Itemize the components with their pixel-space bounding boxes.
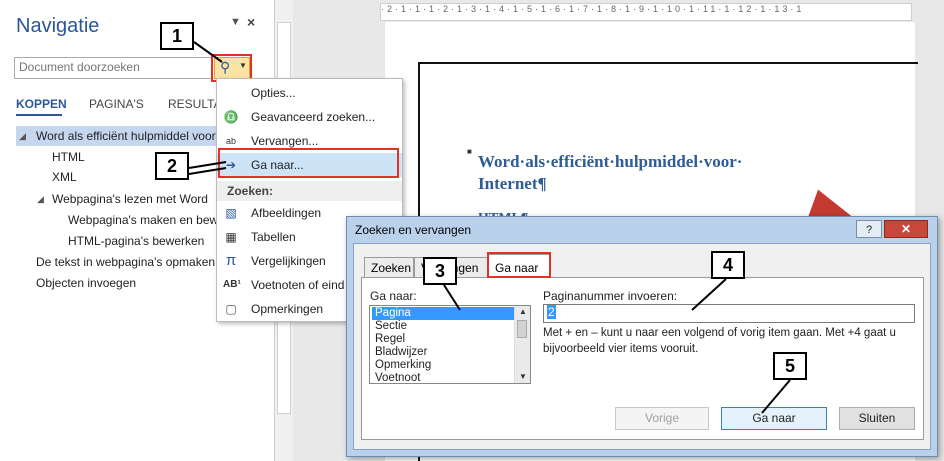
callout-arrow-4 xyxy=(691,278,727,311)
callout-arrow-5 xyxy=(761,379,791,414)
callout-number-1: 1 xyxy=(160,22,194,50)
callout-arrow-2 xyxy=(188,161,227,169)
callout-number-2: 2 xyxy=(155,152,189,180)
callout-number-5: 5 xyxy=(773,352,807,380)
callout-arrow-1 xyxy=(193,41,223,63)
callout-number-3: 3 xyxy=(423,257,457,285)
callout-arrow-3 xyxy=(443,284,461,311)
callout-number-4: 4 xyxy=(711,251,745,279)
callout-arrows xyxy=(188,41,791,414)
callout-arrow-2b xyxy=(188,167,227,175)
